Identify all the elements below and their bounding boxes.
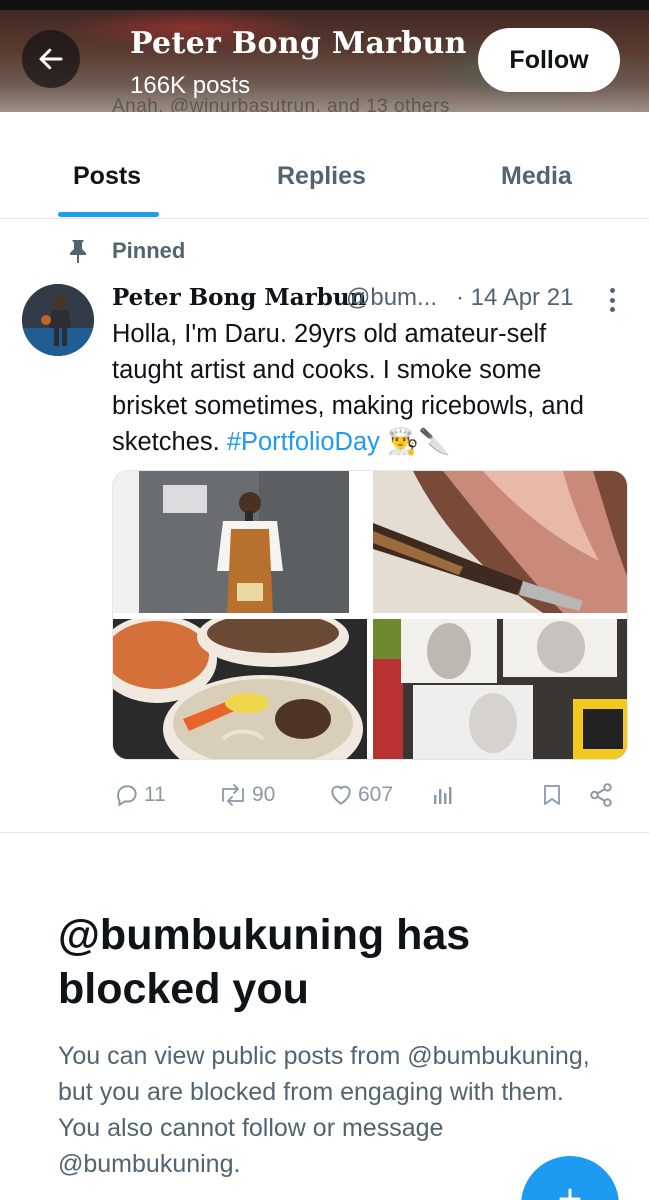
tab-posts[interactable]: Posts — [73, 162, 141, 191]
post-author-handle[interactable]: @bum... — [346, 284, 437, 312]
like-button[interactable]: 607 — [328, 780, 393, 810]
bookmark-icon — [544, 785, 560, 805]
pin-icon — [70, 240, 86, 263]
repost-icon — [222, 784, 244, 806]
bookmark-button[interactable] — [540, 780, 564, 810]
heart-icon — [331, 785, 351, 805]
more-vertical-icon[interactable] — [600, 286, 624, 314]
header-profile-name: Peter Bong Marbun — [130, 26, 467, 61]
views-button[interactable] — [431, 780, 455, 810]
analytics-icon — [434, 787, 452, 804]
post-text: Holla, I'm Daru. 29yrs old amateur-self … — [112, 316, 622, 460]
media-image-brisket[interactable] — [373, 471, 627, 613]
post-timestamp[interactable]: · 14 Apr 21 — [456, 284, 573, 312]
active-tab-indicator — [58, 212, 159, 217]
profile-header-banner: Anah, @winurbasutrun, and 13 others Pete… — [0, 0, 649, 112]
plus-icon — [559, 1188, 581, 1200]
back-button[interactable] — [22, 30, 80, 88]
post-author-name[interactable]: Peter Bong Marbun — [112, 284, 366, 311]
avatar[interactable] — [22, 284, 94, 356]
reply-count: 11 — [144, 783, 166, 806]
pinned-label: Pinned — [112, 238, 186, 263]
share-icon — [590, 783, 612, 807]
tab-replies[interactable]: Replies — [277, 162, 366, 191]
arrow-left-icon — [39, 48, 63, 70]
follow-button[interactable]: Follow — [478, 28, 620, 92]
share-button[interactable] — [588, 780, 614, 810]
blocked-description: You can view public posts from @bumbukun… — [58, 1042, 590, 1178]
pinned-indicator — [66, 236, 90, 266]
post-media-grid — [112, 470, 628, 760]
divider — [0, 832, 649, 833]
comment-icon — [117, 785, 137, 807]
media-image-ricebowls[interactable] — [113, 619, 367, 759]
profile-tabs: Posts Replies Media — [0, 112, 649, 219]
header-post-count: 166K posts — [130, 72, 251, 99]
media-image-sketches[interactable] — [373, 619, 627, 759]
repost-button[interactable]: 90 — [218, 780, 275, 810]
hashtag-link[interactable]: #PortfolioDay — [227, 428, 380, 456]
blocked-heading: @bumbukuning has blocked you — [58, 911, 471, 1013]
post-emoji: 👨‍🍳🔪 — [386, 428, 451, 456]
like-count: 607 — [358, 783, 394, 806]
avatar-photo — [22, 284, 94, 356]
media-image-chef[interactable] — [113, 471, 367, 613]
tab-media[interactable]: Media — [501, 162, 572, 191]
reply-button[interactable]: 11 — [114, 780, 166, 810]
repost-count: 90 — [252, 783, 276, 806]
